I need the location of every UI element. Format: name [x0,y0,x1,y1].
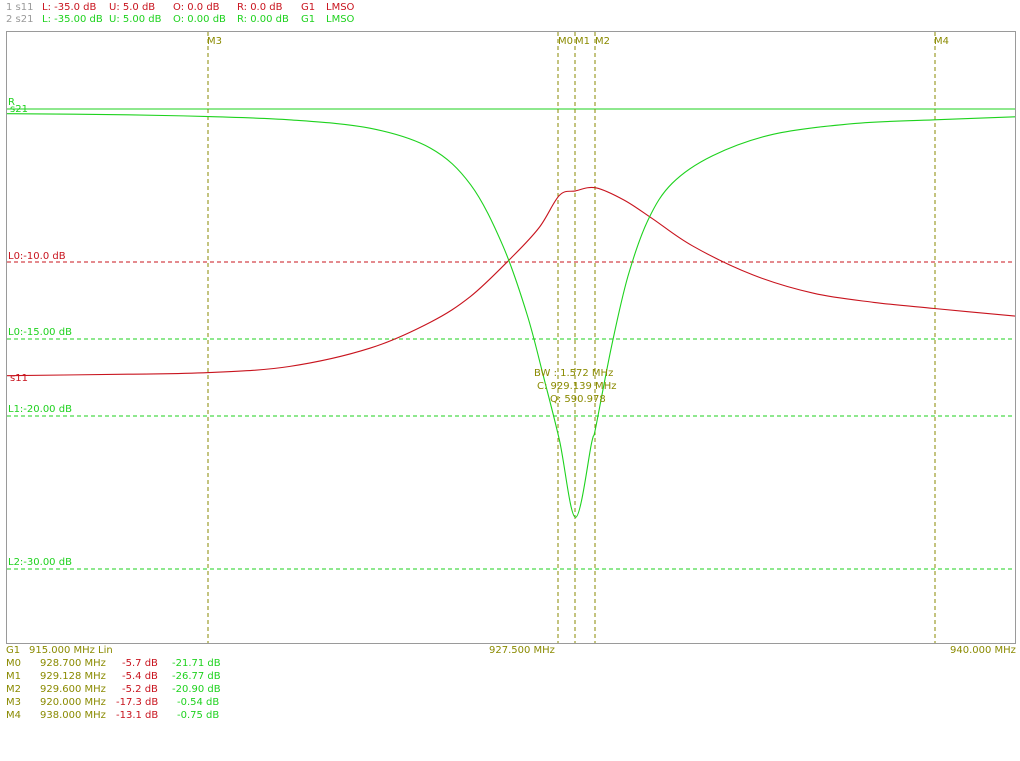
marker-label-m4[interactable]: M4 [934,36,949,47]
axis-start[interactable]: 915.000 MHz [29,646,95,656]
trace1-mode[interactable]: LMSO [326,3,354,13]
trace1-id[interactable]: 1 s11 [6,3,33,13]
marker-row-s21: -0.54 dB [177,697,220,708]
trace1-ref[interactable]: R: 0.0 dB [237,3,282,13]
marker-label-m0[interactable]: M0 [558,36,573,47]
trace2-group[interactable]: G1 [301,15,315,25]
marker-row-freq: 928.700 MHz [40,658,106,669]
trace1-upper[interactable]: U: 5.0 dB [109,3,155,13]
marker-row-name: M3 [6,697,21,708]
marker-label-m1[interactable]: M1 [575,36,590,47]
marker-label-m2[interactable]: M2 [595,36,610,47]
marker-row-s21: -21.71 dB [172,658,221,669]
limit-label-s11-l0: L0:-10.0 dB [8,251,66,262]
marker-row-s21: -26.77 dB [172,671,221,682]
marker-row-freq: 929.600 MHz [40,684,106,695]
marker-row-m4[interactable]: M4 938.000 MHz -13.1 dB -0.75 dB [6,711,219,761]
marker-row-freq: 938.000 MHz [40,710,106,721]
bw-readout: BW : 1.572 MHz [534,368,613,379]
trace1-lower[interactable]: L: -35.0 dB [42,3,96,13]
trace2-upper[interactable]: U: 5.00 dB [109,15,162,25]
axis-stop[interactable]: 940.000 MHz [950,646,1016,656]
q-readout: Q: 590.978 [550,394,606,405]
trace2-id[interactable]: 2 s21 [6,15,33,25]
trace-s21[interactable] [7,113,1015,518]
limit-label-s21-l0: L0:-15.00 dB [8,327,72,338]
marker-row-s21: -0.75 dB [177,710,220,721]
marker-row-freq: 929.128 MHz [40,671,106,682]
axis-group: G1 [6,645,21,656]
plot-area[interactable]: R s21 L0:-10.0 dB L0:-15.00 dB L1:-20.00… [6,31,1016,644]
marker-label-m3[interactable]: M3 [207,36,222,47]
marker-row-s21: -20.90 dB [172,684,221,695]
center-readout: C: 929.139 MHz [537,381,616,392]
trace1-offset[interactable]: O: 0.0 dB [173,3,220,13]
marker-row-s11: -17.3 dB [116,697,159,708]
trace-label-s11: s11 [10,373,28,384]
trace1-group[interactable]: G1 [301,3,315,13]
trace2-offset[interactable]: O: 0.00 dB [173,15,226,25]
axis-scale[interactable]: Lin [98,646,113,656]
limit-label-s21-l1: L1:-20.00 dB [8,404,72,415]
trace2-mode[interactable]: LMSO [326,15,354,25]
marker-row-s11: -5.7 dB [122,658,158,669]
limit-label-s21-l2: L2:-30.00 dB [8,557,72,568]
marker-row-s11: -13.1 dB [116,710,159,721]
marker-row-freq: 920.000 MHz [40,697,106,708]
marker-row-name: M4 [6,710,21,721]
marker-row-s11: -5.4 dB [122,671,158,682]
axis-center[interactable]: 927.500 MHz [489,646,555,656]
marker-row-name: M1 [6,671,21,682]
marker-row-s11: -5.2 dB [122,684,158,695]
marker-row-name: M0 [6,658,21,669]
trace2-ref[interactable]: R: 0.00 dB [237,15,289,25]
marker-row-name: M2 [6,684,21,695]
trace-s11[interactable] [7,186,1015,377]
trace2-lower[interactable]: L: -35.00 dB [42,15,103,25]
plot-svg[interactable]: R s21 L0:-10.0 dB L0:-15.00 dB L1:-20.00… [7,32,1015,643]
